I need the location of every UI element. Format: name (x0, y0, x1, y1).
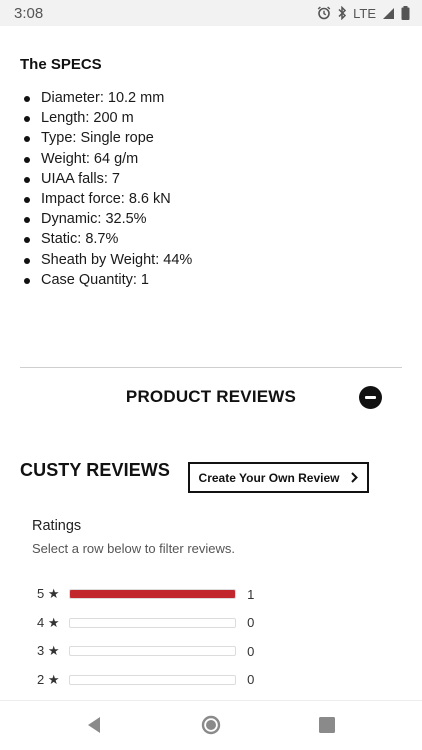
rating-filter-list: 5 ★ 1 4 ★ 0 3 ★ 0 2 ★ 0 1 ★ 0 (37, 580, 267, 700)
rating-row-5[interactable]: 5 ★ 1 (37, 580, 267, 609)
rating-label: 5 ★ (37, 586, 60, 602)
rating-bar-fill (69, 590, 236, 599)
home-icon[interactable] (201, 715, 221, 735)
section-divider (20, 367, 402, 368)
ratings-title: Ratings (32, 518, 82, 534)
ratings-subtitle: Select a row below to filter reviews. (32, 541, 236, 556)
spec-item: Weight: 64 g/m (20, 149, 192, 169)
rating-row-3[interactable]: 3 ★ 0 (37, 637, 267, 666)
status-time: 3:08 (14, 4, 44, 22)
recents-icon[interactable] (319, 717, 335, 733)
rating-label: 3 ★ (37, 643, 60, 659)
spec-item: Sheath by Weight: 44% (20, 250, 192, 270)
create-review-label: Create Your Own Review (198, 470, 340, 485)
rating-bar (68, 589, 237, 600)
rating-label: 4 ★ (37, 614, 60, 630)
back-icon[interactable] (86, 716, 102, 734)
rating-bar (68, 674, 237, 685)
spec-item: Case Quantity: 1 (20, 270, 192, 290)
specs-title: The SPECS (20, 56, 102, 73)
network-type: LTE (353, 5, 376, 21)
rating-label: 2 ★ (37, 671, 60, 687)
status-icons: LTE (317, 6, 410, 21)
rating-count: 0 (247, 672, 255, 688)
status-bar: 3:08 LTE (0, 0, 422, 26)
product-reviews-header[interactable]: PRODUCT REVIEWS (20, 378, 402, 416)
spec-item: Type: Single rope (20, 128, 192, 148)
spec-item: Diameter: 10.2 mm (20, 88, 192, 108)
spec-item: Static: 8.7% (20, 229, 192, 249)
spec-item: Dynamic: 32.5% (20, 209, 192, 229)
rating-count: 0 (247, 643, 255, 659)
alarm-icon (317, 6, 331, 20)
product-reviews-title: PRODUCT REVIEWS (125, 387, 297, 406)
battery-icon (401, 6, 410, 20)
navigation-bar (0, 700, 422, 750)
spec-item: Length: 200 m (20, 108, 192, 128)
create-review-button[interactable]: Create Your Own Review (188, 462, 369, 493)
rating-count: 1 (247, 586, 255, 602)
spec-item: UIAA falls: 7 (20, 169, 192, 189)
custy-reviews-title: CUSTY REVIEWS (20, 460, 170, 480)
rating-row-4[interactable]: 4 ★ 0 (37, 609, 267, 638)
rating-bar (68, 617, 237, 628)
page-content[interactable]: The SPECS Diameter: 10.2 mm Length: 200 … (0, 26, 422, 700)
rating-count: 0 (247, 615, 255, 631)
bluetooth-icon (338, 6, 347, 20)
spec-item: Impact force: 8.6 kN (20, 189, 192, 209)
rating-bar (68, 646, 237, 657)
signal-icon (383, 7, 394, 19)
chevron-right-icon (351, 472, 359, 483)
specs-list: Diameter: 10.2 mm Length: 200 m Type: Si… (20, 88, 192, 290)
rating-row-2[interactable]: 2 ★ 0 (37, 666, 267, 695)
minus-circle-icon[interactable] (359, 386, 382, 409)
